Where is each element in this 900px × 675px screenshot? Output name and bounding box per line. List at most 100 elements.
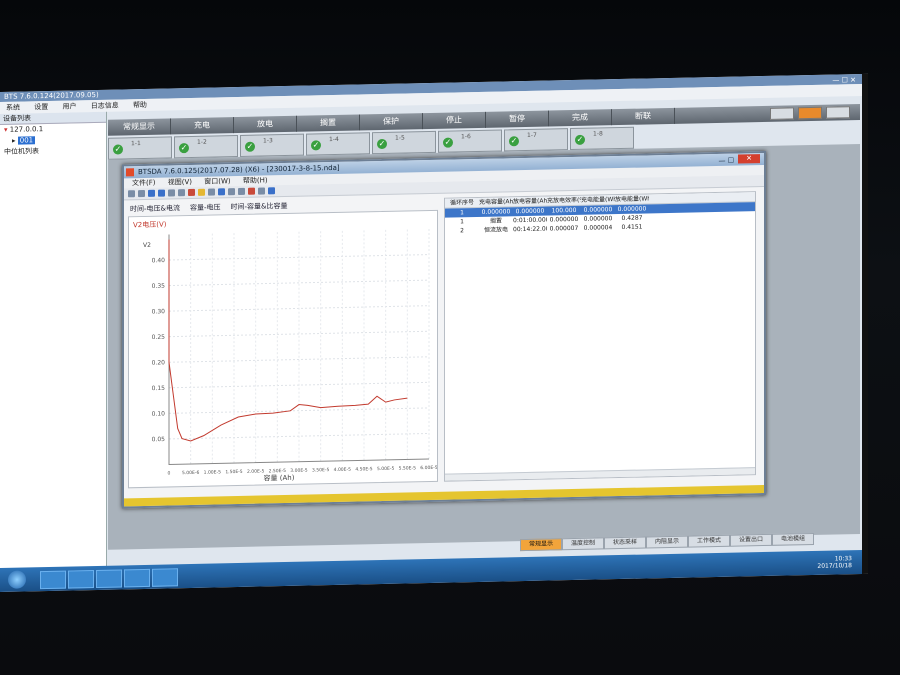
folder-icon[interactable] (198, 188, 205, 196)
minimize-maximize-icons[interactable]: — ☐ (718, 155, 734, 167)
toolbar-button-a[interactable] (770, 107, 794, 120)
tab-complete[interactable]: 完成 (549, 109, 612, 127)
system-tray-clock[interactable]: 10:33 2017/10/18 (817, 555, 852, 570)
menu-system[interactable]: 系统 (6, 104, 20, 112)
tab-discharge[interactable]: 放电 (234, 115, 297, 134)
x-tick-label: 5.00E-5 (377, 466, 394, 472)
bottom-tab-normal[interactable]: 常规显示 (520, 538, 562, 552)
tab-protect[interactable]: 保护 (360, 113, 423, 131)
bottom-tab-output[interactable]: 设置出口 (730, 533, 772, 547)
zoom-in-icon[interactable] (148, 189, 155, 197)
menu-window[interactable]: 窗口(W) (204, 177, 230, 186)
col-charge-cap[interactable]: 充电容量(Ah) (479, 197, 513, 207)
bottom-tab-temp[interactable]: 温度控制 (562, 537, 604, 551)
channel-7[interactable]: ✓ 1-7 (504, 128, 568, 152)
marker-icon[interactable] (248, 187, 255, 195)
y-axis-label: V2电压(V) (133, 220, 167, 230)
y-tick-label: 0.20 (152, 359, 166, 366)
chart-tab-capacity-voltage[interactable]: 容量-电压 (190, 202, 221, 213)
y-tick-label: 0.05 (152, 436, 166, 443)
taskbar-app-2[interactable] (68, 570, 94, 589)
cycle-table: 循环序号 充电容量(Ah) 放电容量(Ah) 充放电效率(%) 充电能量(Wh)… (444, 191, 756, 482)
close-button[interactable]: ✕ (738, 154, 760, 164)
channel-4[interactable]: ✓ 1-4 (306, 132, 370, 156)
menu-view[interactable]: 视图(V) (168, 178, 192, 187)
menu-help2[interactable]: 帮助(H) (243, 176, 268, 185)
bottom-tab-resistance[interactable]: 内阻显示 (646, 535, 688, 549)
chart-tab-time-voltage[interactable]: 时间-电压&电流 (130, 203, 180, 214)
tab-disconnect[interactable]: 断联 (612, 107, 675, 126)
export-icon[interactable] (258, 187, 265, 195)
channel-2[interactable]: ✓ 1-2 (174, 135, 238, 159)
channel-8[interactable]: ✓ 1-8 (570, 126, 634, 151)
bottom-tab-sampling[interactable]: 状态采样 (604, 536, 646, 550)
pointer-icon[interactable] (138, 189, 145, 198)
data-analysis-window: BTSDA 7.6.0.125(2017.07.28) (X6) - [2300… (122, 150, 766, 509)
channel-5[interactable]: ✓ 1-5 (372, 130, 436, 155)
col-efficiency[interactable]: 充放电效率(%) (547, 196, 581, 206)
toolbar-button-b[interactable] (798, 106, 822, 120)
series-layer (168, 235, 408, 442)
menu-file[interactable]: 文件(F) (132, 179, 156, 187)
app-logo-icon (126, 168, 134, 177)
channel-3[interactable]: ✓ 1-3 (240, 133, 304, 157)
line-tool-icon[interactable] (188, 188, 195, 197)
monitor-screen: BTS 7.6.0.124(2017.09.05) — ☐ ✕ 系统 设置 用户… (0, 73, 868, 592)
next-icon[interactable] (238, 187, 245, 196)
menu-settings[interactable]: 设置 (34, 103, 48, 111)
col-cycle[interactable]: 循环序号 (445, 198, 479, 208)
data-window-title: BTSDA 7.6.0.125(2017.07.28) (X6) - [2300… (138, 163, 340, 177)
chart-tab-time-capacity[interactable]: 时间-容量&比容量 (231, 201, 288, 212)
x-tick-labels: 0 5.00E-6 1.00E-5 1.50E-5 2.00E-5 2.50E-5 3.00… (168, 465, 438, 477)
start-button-icon[interactable] (8, 570, 26, 589)
channel-6[interactable]: ✓ 1-6 (438, 129, 502, 153)
y-tick-label: 0.25 (152, 334, 166, 341)
col-charge-energy[interactable]: 充电能量(Wh) (581, 195, 615, 205)
zoom-out-icon[interactable] (158, 189, 165, 197)
print-icon[interactable] (218, 188, 225, 196)
y-tick-label: 0.10 (152, 410, 166, 417)
taskbar-app-5[interactable] (152, 568, 178, 587)
y-tick-label: 0.40 (152, 257, 166, 264)
menu-help[interactable]: 帮助 (133, 101, 147, 109)
x-tick-label: 3.50E-5 (312, 467, 329, 473)
series-line-0[interactable] (168, 235, 408, 442)
x-tick-label: 1.50E-5 (225, 469, 242, 475)
tab-normal-display[interactable]: 常规显示 (108, 118, 171, 136)
x-tick-label: 5.00E-6 (182, 470, 199, 476)
horizontal-scrollbar[interactable] (445, 467, 755, 481)
prev-icon[interactable] (228, 188, 235, 196)
x-tick-label: 6.00E-5 (420, 465, 437, 471)
check-icon: ✓ (245, 141, 255, 152)
tab-charge[interactable]: 充电 (171, 117, 234, 135)
menu-user[interactable]: 用户 (62, 102, 76, 110)
y-unit-label: V2 (143, 242, 151, 249)
check-icon: ✓ (575, 134, 585, 145)
channel-1[interactable]: ✓ 1-1 (108, 136, 172, 160)
tab-pause[interactable]: 暂停 (486, 110, 549, 128)
bottom-tab-mode[interactable]: 工作模式 (688, 534, 730, 548)
tree-item-midlist[interactable]: 中位机列表 (0, 145, 106, 158)
device-tree-panel: 设备列表 ▾ 127.0.0.1 ▸ 001 中位机列表 (0, 111, 107, 569)
col-discharge-cap[interactable]: 放电容量(Ah) (513, 197, 547, 207)
check-icon: ✓ (311, 140, 321, 151)
menu-log[interactable]: 日志信息 (91, 102, 119, 111)
taskbar-app-3[interactable] (96, 569, 122, 588)
grid-icon[interactable] (168, 189, 175, 197)
x-tick-label: 0 (168, 470, 171, 476)
taskbar-app-1[interactable] (40, 570, 66, 590)
table-icon[interactable] (178, 189, 185, 197)
voltage-capacity-chart[interactable]: V2电压(V) V2 容量 (Ah) 0.400.350.300.250.200… (129, 211, 438, 487)
taskbar-app-4[interactable] (124, 568, 150, 588)
tab-rest[interactable]: 搁置 (297, 114, 360, 132)
y-tick-label: 0.35 (152, 283, 166, 290)
tab-stop[interactable]: 停止 (423, 111, 486, 130)
bottom-tab-module[interactable]: 电池模组 (772, 532, 814, 546)
settings-icon[interactable] (268, 187, 275, 195)
y-tick-label: 0.30 (152, 308, 166, 315)
col-discharge-energy[interactable]: 放电能量(Wh) (615, 194, 649, 204)
save-icon[interactable] (208, 188, 215, 196)
open-icon[interactable] (128, 190, 135, 198)
toolbar-button-c[interactable] (826, 106, 850, 119)
y-tick-labels: 0.40 0.35 0.30 0.25 0.20 0.15 0.10 0.05 (152, 257, 166, 443)
